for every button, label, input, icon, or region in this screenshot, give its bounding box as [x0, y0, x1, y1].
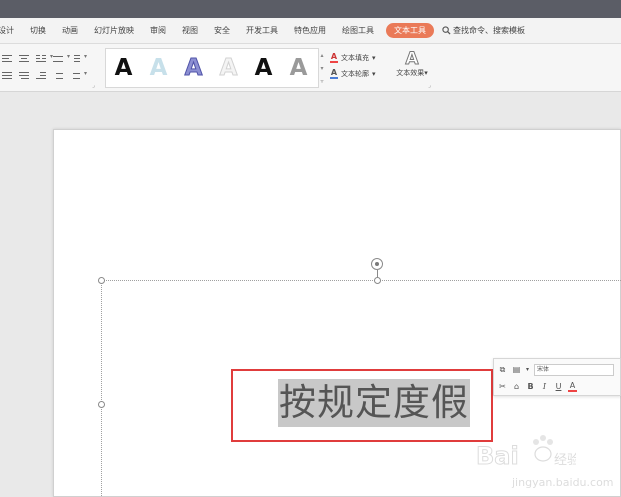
text-fill-label: 文本填充 [341, 54, 369, 62]
resize-handle-top-left[interactable] [98, 277, 105, 284]
paragraph-dialog-launcher-icon[interactable]: ⌟ [92, 82, 95, 89]
text-fill-button[interactable]: A 文本填充 ▾ [330, 50, 376, 66]
chevron-down-icon: ▾ [372, 54, 376, 62]
more-icon[interactable]: ▿ [318, 75, 326, 88]
text-style-light-blue[interactable]: A [141, 55, 176, 81]
watermark-url: jingyan.baidu.com [512, 476, 614, 489]
menu-item-special-apps[interactable]: 特色应用 [286, 25, 334, 36]
text-style-bold-black[interactable]: A [246, 55, 281, 81]
chevron-up-icon[interactable]: ▴ [318, 49, 326, 62]
bullets-icon[interactable] [51, 70, 65, 82]
annotation-highlight-box [231, 369, 493, 442]
menu-item-drawing-tools[interactable]: 绘图工具 [334, 25, 382, 36]
menu-bar: 设计 切换 动画 幻灯片放映 审阅 视图 安全 开发工具 特色应用 绘图工具 文… [0, 18, 621, 44]
gallery-scroll[interactable]: ▴ ▾ ▿ [318, 49, 326, 87]
text-fill-icon: A [330, 51, 338, 63]
font-name-select[interactable]: 宋体 [534, 363, 615, 376]
menu-item-security[interactable]: 安全 [206, 25, 238, 36]
search-icon [442, 26, 451, 35]
text-style-white-outline[interactable]: A [211, 55, 246, 82]
resize-handle-left[interactable] [98, 401, 105, 408]
text-direction-icon[interactable] [51, 53, 70, 65]
align-center-icon[interactable] [17, 53, 31, 65]
justify-icon[interactable] [0, 70, 14, 82]
text-format-commands: A 文本填充 ▾ A 文本轮廓 ▾ [330, 50, 376, 82]
baidu-jingyan-watermark: Bai 经验 jingyan.baidu.com [476, 432, 616, 494]
text-effects-button[interactable]: A 文本效果▾ [390, 50, 434, 78]
text-style-gray[interactable]: A [281, 55, 316, 81]
text-outline-icon: A [330, 67, 338, 79]
tab-text-tools[interactable]: 文本工具 [386, 23, 434, 38]
text-effects-icon: A [405, 49, 419, 69]
menu-item-slideshow[interactable]: 幻灯片放映 [86, 25, 142, 36]
align-left-icon[interactable] [0, 53, 14, 65]
format-painter-icon[interactable]: ⌂ [512, 382, 521, 391]
title-bar [0, 0, 621, 18]
menu-item-developer[interactable]: 开发工具 [238, 25, 286, 36]
text-style-black[interactable]: A [106, 55, 141, 81]
search-label: 查找命令、搜索模板 [453, 26, 525, 35]
mini-toolbar: ⧉ ▤ ▾ 宋体 ✂ ⌂ B I U A [493, 358, 621, 396]
command-search[interactable]: 查找命令、搜索模板 [442, 25, 525, 36]
distributed-icon[interactable] [17, 70, 31, 82]
menu-item-view[interactable]: 视图 [174, 25, 206, 36]
text-style-blue-outline[interactable]: A [176, 55, 211, 82]
font-color-button[interactable]: A [568, 381, 577, 392]
line-spacing-icon[interactable] [68, 53, 87, 65]
text-outline-button[interactable]: A 文本轮廓 ▾ [330, 66, 376, 82]
cut-icon[interactable]: ✂ [498, 382, 507, 391]
paste-icon[interactable]: ▤ [512, 365, 521, 374]
text-style-gallery: A A A A A A ▴ ▾ ▿ [105, 48, 324, 88]
copy-icon[interactable]: ⧉ [498, 365, 507, 375]
italic-button[interactable]: I [540, 382, 549, 391]
ribbon: A A A A A A ▴ ▾ ▿ A 文本填充 ▾ A 文本轮廓 ▾ A 文本… [0, 44, 621, 92]
chevron-down-icon[interactable]: ▾ [526, 366, 529, 373]
chevron-down-icon: ▾ [424, 69, 428, 77]
menu-item-transitions[interactable]: 切换 [22, 25, 54, 36]
paw-logo-icon: Bai 经验 [476, 435, 580, 471]
text-effects-label: 文本效果 [396, 69, 425, 77]
rotate-handle[interactable] [371, 258, 383, 270]
resize-handle-top[interactable] [374, 277, 381, 284]
bold-button[interactable]: B [526, 382, 535, 391]
svg-text:Bai: Bai [476, 442, 519, 470]
numbering-icon[interactable] [68, 70, 87, 82]
indent-icon[interactable] [34, 70, 48, 82]
menu-item-review[interactable]: 审阅 [142, 25, 174, 36]
menu-item-design[interactable]: 设计 [0, 25, 22, 36]
chevron-down-icon: ▾ [372, 70, 376, 78]
text-dialog-launcher-icon[interactable]: ⌟ [428, 82, 431, 89]
paragraph-group [0, 50, 98, 86]
text-outline-label: 文本轮廓 [341, 70, 369, 78]
chevron-down-icon[interactable]: ▾ [318, 62, 326, 75]
underline-button[interactable]: U [554, 382, 563, 391]
menu-item-animation[interactable]: 动画 [54, 25, 86, 36]
columns-icon[interactable] [34, 53, 53, 65]
svg-text:经验: 经验 [554, 452, 576, 468]
